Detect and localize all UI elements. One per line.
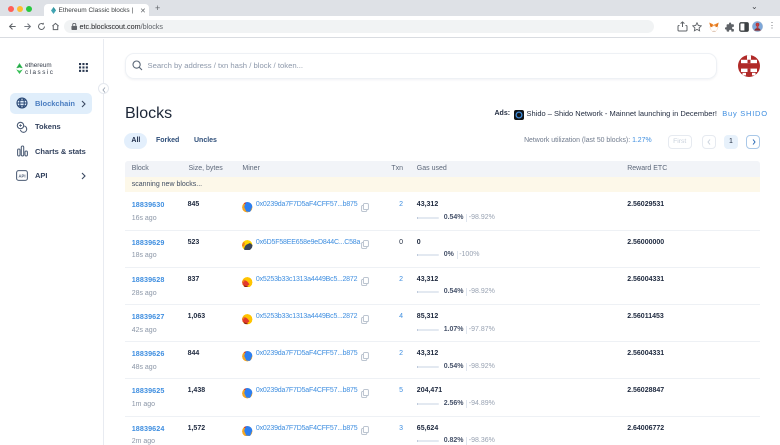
svg-text:API: API xyxy=(19,173,26,178)
